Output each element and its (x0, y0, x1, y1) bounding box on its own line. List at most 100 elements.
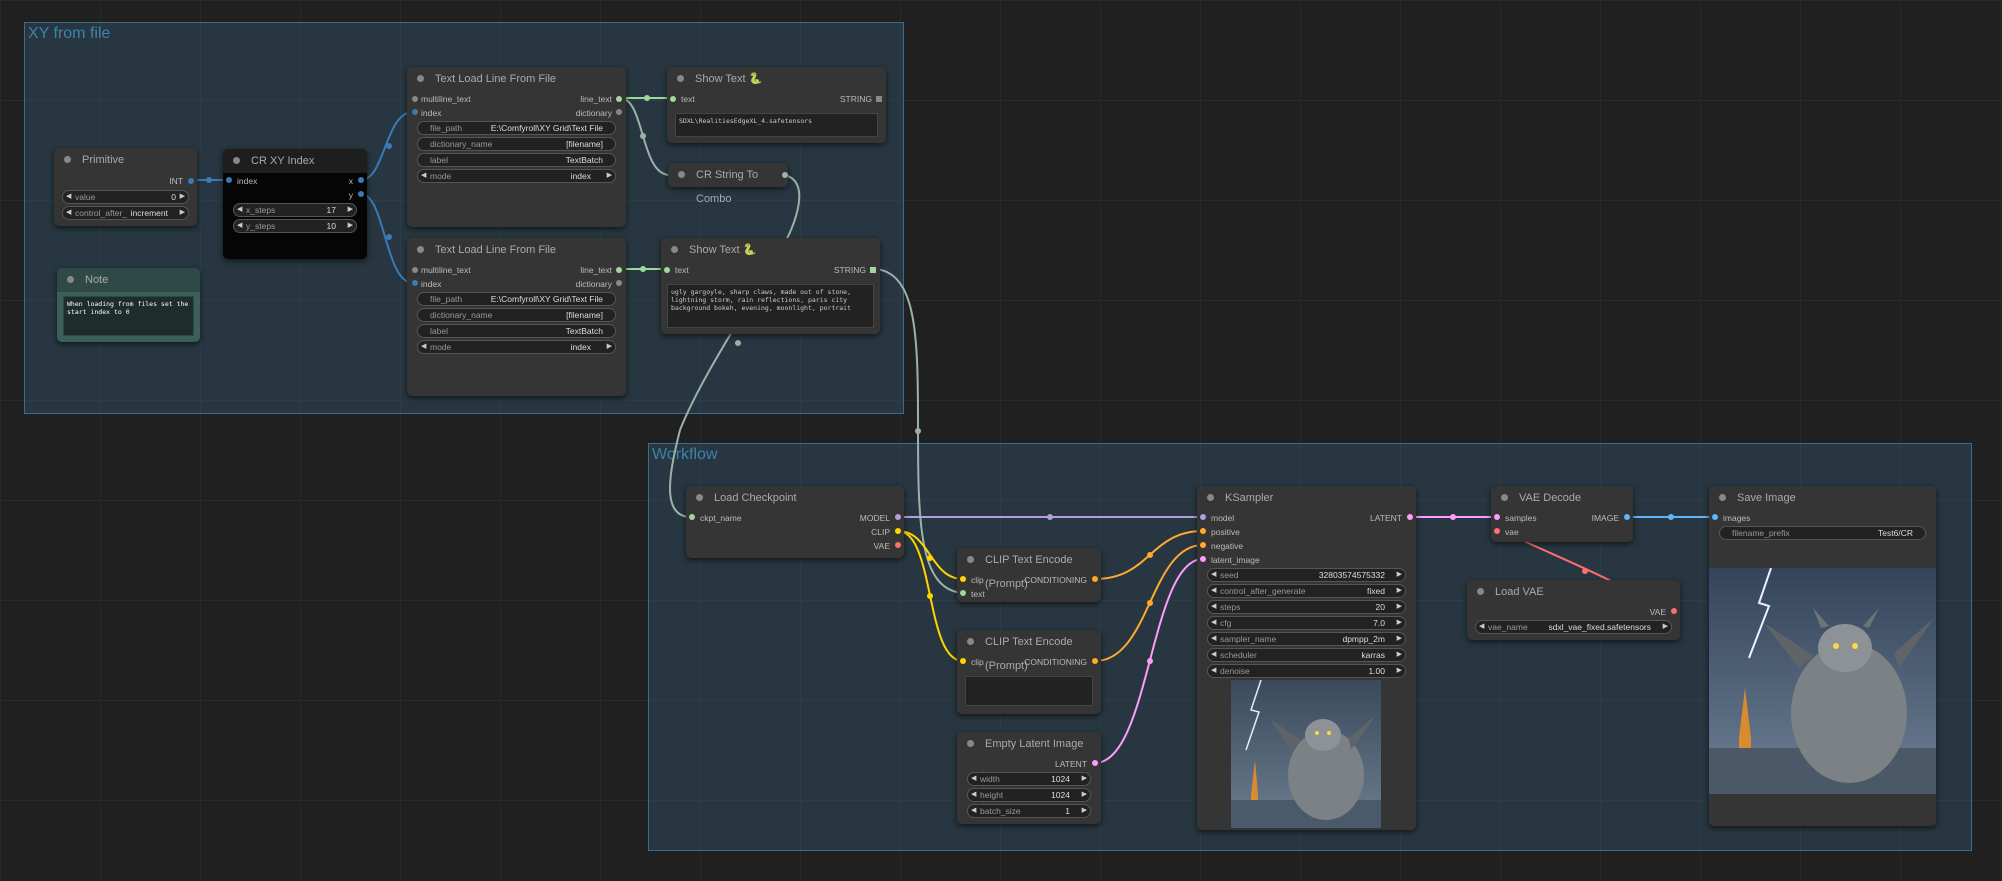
output-line-text-dot[interactable] (616, 96, 622, 102)
node-load-checkpoint[interactable]: Load Checkpoint ckpt_name MODEL CLIP VAE (686, 486, 904, 558)
arrow-right-icon[interactable]: ▶ (348, 204, 353, 216)
arrow-left-icon[interactable]: ◀ (1211, 569, 1216, 581)
input-ckpt-dot[interactable] (689, 514, 695, 520)
output-image-dot[interactable] (1624, 514, 1630, 520)
node-ksampler[interactable]: KSampler model positive negative latent_… (1197, 486, 1416, 830)
show-text-content[interactable]: ugly gargoyle, sharp claws, made out of … (667, 284, 874, 328)
node-cr-xy-index[interactable]: CR XY Index index x y ◀ x_steps 17 ▶ ◀ y_ste… (223, 149, 367, 259)
output-int-dot[interactable] (188, 178, 194, 184)
output-dictionary-dot[interactable] (616, 280, 622, 286)
arrow-right-icon[interactable]: ▶ (180, 191, 185, 203)
show-text-content[interactable]: SDXL\RealitiesEdgeXL_4.safetensors (675, 113, 878, 137)
width-widget[interactable]: ◀ width 1024 ▶ (967, 772, 1091, 786)
label-widget[interactable]: label TextBatch (417, 324, 616, 338)
input-negative-dot[interactable] (1200, 542, 1206, 548)
node-cr-string-to-combo[interactable]: CR String To Combo (668, 163, 788, 205)
input-vae-dot[interactable] (1494, 528, 1500, 534)
output-string-dot[interactable] (876, 96, 882, 102)
arrow-left-icon[interactable]: ◀ (1211, 633, 1216, 645)
arrow-left-icon[interactable]: ◀ (1211, 585, 1216, 597)
denoise-widget[interactable]: ◀ denoise 1.00 ▶ (1207, 664, 1406, 678)
input-multiline-dot[interactable] (412, 96, 418, 102)
arrow-right-icon[interactable]: ▶ (1397, 617, 1402, 629)
node-empty-latent-image[interactable]: Empty Latent Image LATENT ◀ width 1024 ▶ ◀ h… (957, 732, 1101, 824)
input-text-dot[interactable] (670, 96, 676, 102)
arrow-right-icon[interactable]: ▶ (1397, 649, 1402, 661)
node-primitive[interactable]: Primitive INT ◀ value 0 ▶ ◀ control_after_ in… (54, 148, 197, 226)
node-load-vae[interactable]: Load VAE VAE ◀ vae_name sdxl_vae_fixed.saf… (1467, 580, 1680, 640)
output-clip-dot[interactable] (895, 528, 901, 534)
node-note[interactable]: Note When loading from files set the sta… (57, 268, 200, 342)
output-x-dot[interactable] (358, 177, 364, 183)
arrow-left-icon[interactable]: ◀ (237, 220, 242, 232)
input-samples-dot[interactable] (1494, 514, 1500, 520)
input-images-dot[interactable] (1712, 514, 1718, 520)
arrow-right-icon[interactable]: ▶ (1397, 665, 1402, 677)
output-latent-dot[interactable] (1092, 760, 1098, 766)
output-model-dot[interactable] (895, 514, 901, 520)
arrow-right-icon[interactable]: ▶ (607, 170, 612, 182)
output-combo-dot[interactable] (782, 172, 788, 178)
input-positive-dot[interactable] (1200, 528, 1206, 534)
arrow-right-icon[interactable]: ▶ (1397, 585, 1402, 597)
input-latent-dot[interactable] (1200, 556, 1206, 562)
arrow-left-icon[interactable]: ◀ (971, 805, 976, 817)
node-vae-decode[interactable]: VAE Decode samples vae IMAGE (1491, 486, 1633, 542)
input-index-dot[interactable] (226, 177, 232, 183)
label-widget[interactable]: label TextBatch (417, 153, 616, 167)
arrow-right-icon[interactable]: ▶ (1663, 621, 1668, 633)
node-clip-text-encode-2[interactable]: CLIP Text Encode (Prompt) clip CONDITION… (957, 630, 1101, 714)
arrow-right-icon[interactable]: ▶ (607, 341, 612, 353)
control-after-widget[interactable]: ◀ control_after_ increment ▶ (62, 206, 189, 220)
input-model-dot[interactable] (1200, 514, 1206, 520)
arrow-right-icon[interactable]: ▶ (1397, 601, 1402, 613)
batch-size-widget[interactable]: ◀ batch_size 1 ▶ (967, 804, 1091, 818)
input-multiline-dot[interactable] (412, 267, 418, 273)
output-vae-dot[interactable] (895, 542, 901, 548)
file-path-widget[interactable]: file_path E:\Comfyroll\XY Grid\Text File (417, 121, 616, 135)
output-vae-dot[interactable] (1671, 608, 1677, 614)
mode-widget[interactable]: ◀ mode index ▶ (417, 340, 616, 354)
input-text-dot[interactable] (664, 267, 670, 273)
output-string-dot[interactable] (870, 267, 876, 273)
arrow-right-icon[interactable]: ▶ (348, 220, 353, 232)
arrow-right-icon[interactable]: ▶ (1082, 805, 1087, 817)
filename-prefix-widget[interactable]: filename_prefix Test6/CR (1719, 526, 1926, 540)
arrow-left-icon[interactable]: ◀ (971, 789, 976, 801)
arrow-left-icon[interactable]: ◀ (421, 341, 426, 353)
input-text-dot[interactable] (960, 590, 966, 596)
x-steps-widget[interactable]: ◀ x_steps 17 ▶ (233, 203, 357, 217)
arrow-left-icon[interactable]: ◀ (66, 191, 71, 203)
node-save-image[interactable]: Save Image images filename_prefix Test6/C… (1709, 486, 1936, 826)
file-path-widget[interactable]: file_path E:\Comfyroll\XY Grid\Text File (417, 292, 616, 306)
arrow-left-icon[interactable]: ◀ (66, 207, 71, 219)
input-index-dot[interactable] (412, 109, 418, 115)
arrow-left-icon[interactable]: ◀ (1211, 665, 1216, 677)
input-index-dot[interactable] (412, 280, 418, 286)
note-text[interactable]: When loading from files set the start in… (63, 296, 194, 336)
prompt-text-input[interactable] (965, 676, 1093, 706)
arrow-left-icon[interactable]: ◀ (421, 170, 426, 182)
arrow-right-icon[interactable]: ▶ (1082, 773, 1087, 785)
steps-widget[interactable]: ◀ steps 20 ▶ (1207, 600, 1406, 614)
arrow-left-icon[interactable]: ◀ (1211, 649, 1216, 661)
control-after-generate-widget[interactable]: ◀ control_after_generate fixed ▶ (1207, 584, 1406, 598)
output-latent-dot[interactable] (1407, 514, 1413, 520)
arrow-left-icon[interactable]: ◀ (971, 773, 976, 785)
output-conditioning-dot[interactable] (1092, 658, 1098, 664)
arrow-left-icon[interactable]: ◀ (237, 204, 242, 216)
output-conditioning-dot[interactable] (1092, 576, 1098, 582)
vae-name-widget[interactable]: ◀ vae_name sdxl_vae_fixed.safetensors ▶ (1475, 620, 1672, 634)
node-show-text-1[interactable]: Show Text 🐍 text STRING SDXL\RealitiesEd… (667, 67, 886, 143)
node-text-load-line-1[interactable]: Text Load Line From File multiline_text … (407, 67, 626, 227)
arrow-left-icon[interactable]: ◀ (1479, 621, 1484, 633)
seed-widget[interactable]: ◀ seed 32803574575332 ▶ (1207, 568, 1406, 582)
input-clip-dot[interactable] (960, 658, 966, 664)
arrow-right-icon[interactable]: ▶ (180, 207, 185, 219)
arrow-right-icon[interactable]: ▶ (1082, 789, 1087, 801)
dictionary-name-widget[interactable]: dictionary_name [filename] (417, 137, 616, 151)
node-clip-text-encode-1[interactable]: CLIP Text Encode (Prompt) clip text COND… (957, 548, 1101, 602)
mode-widget[interactable]: ◀ mode index ▶ (417, 169, 616, 183)
node-text-load-line-2[interactable]: Text Load Line From File multiline_text … (407, 238, 626, 396)
arrow-left-icon[interactable]: ◀ (1211, 617, 1216, 629)
